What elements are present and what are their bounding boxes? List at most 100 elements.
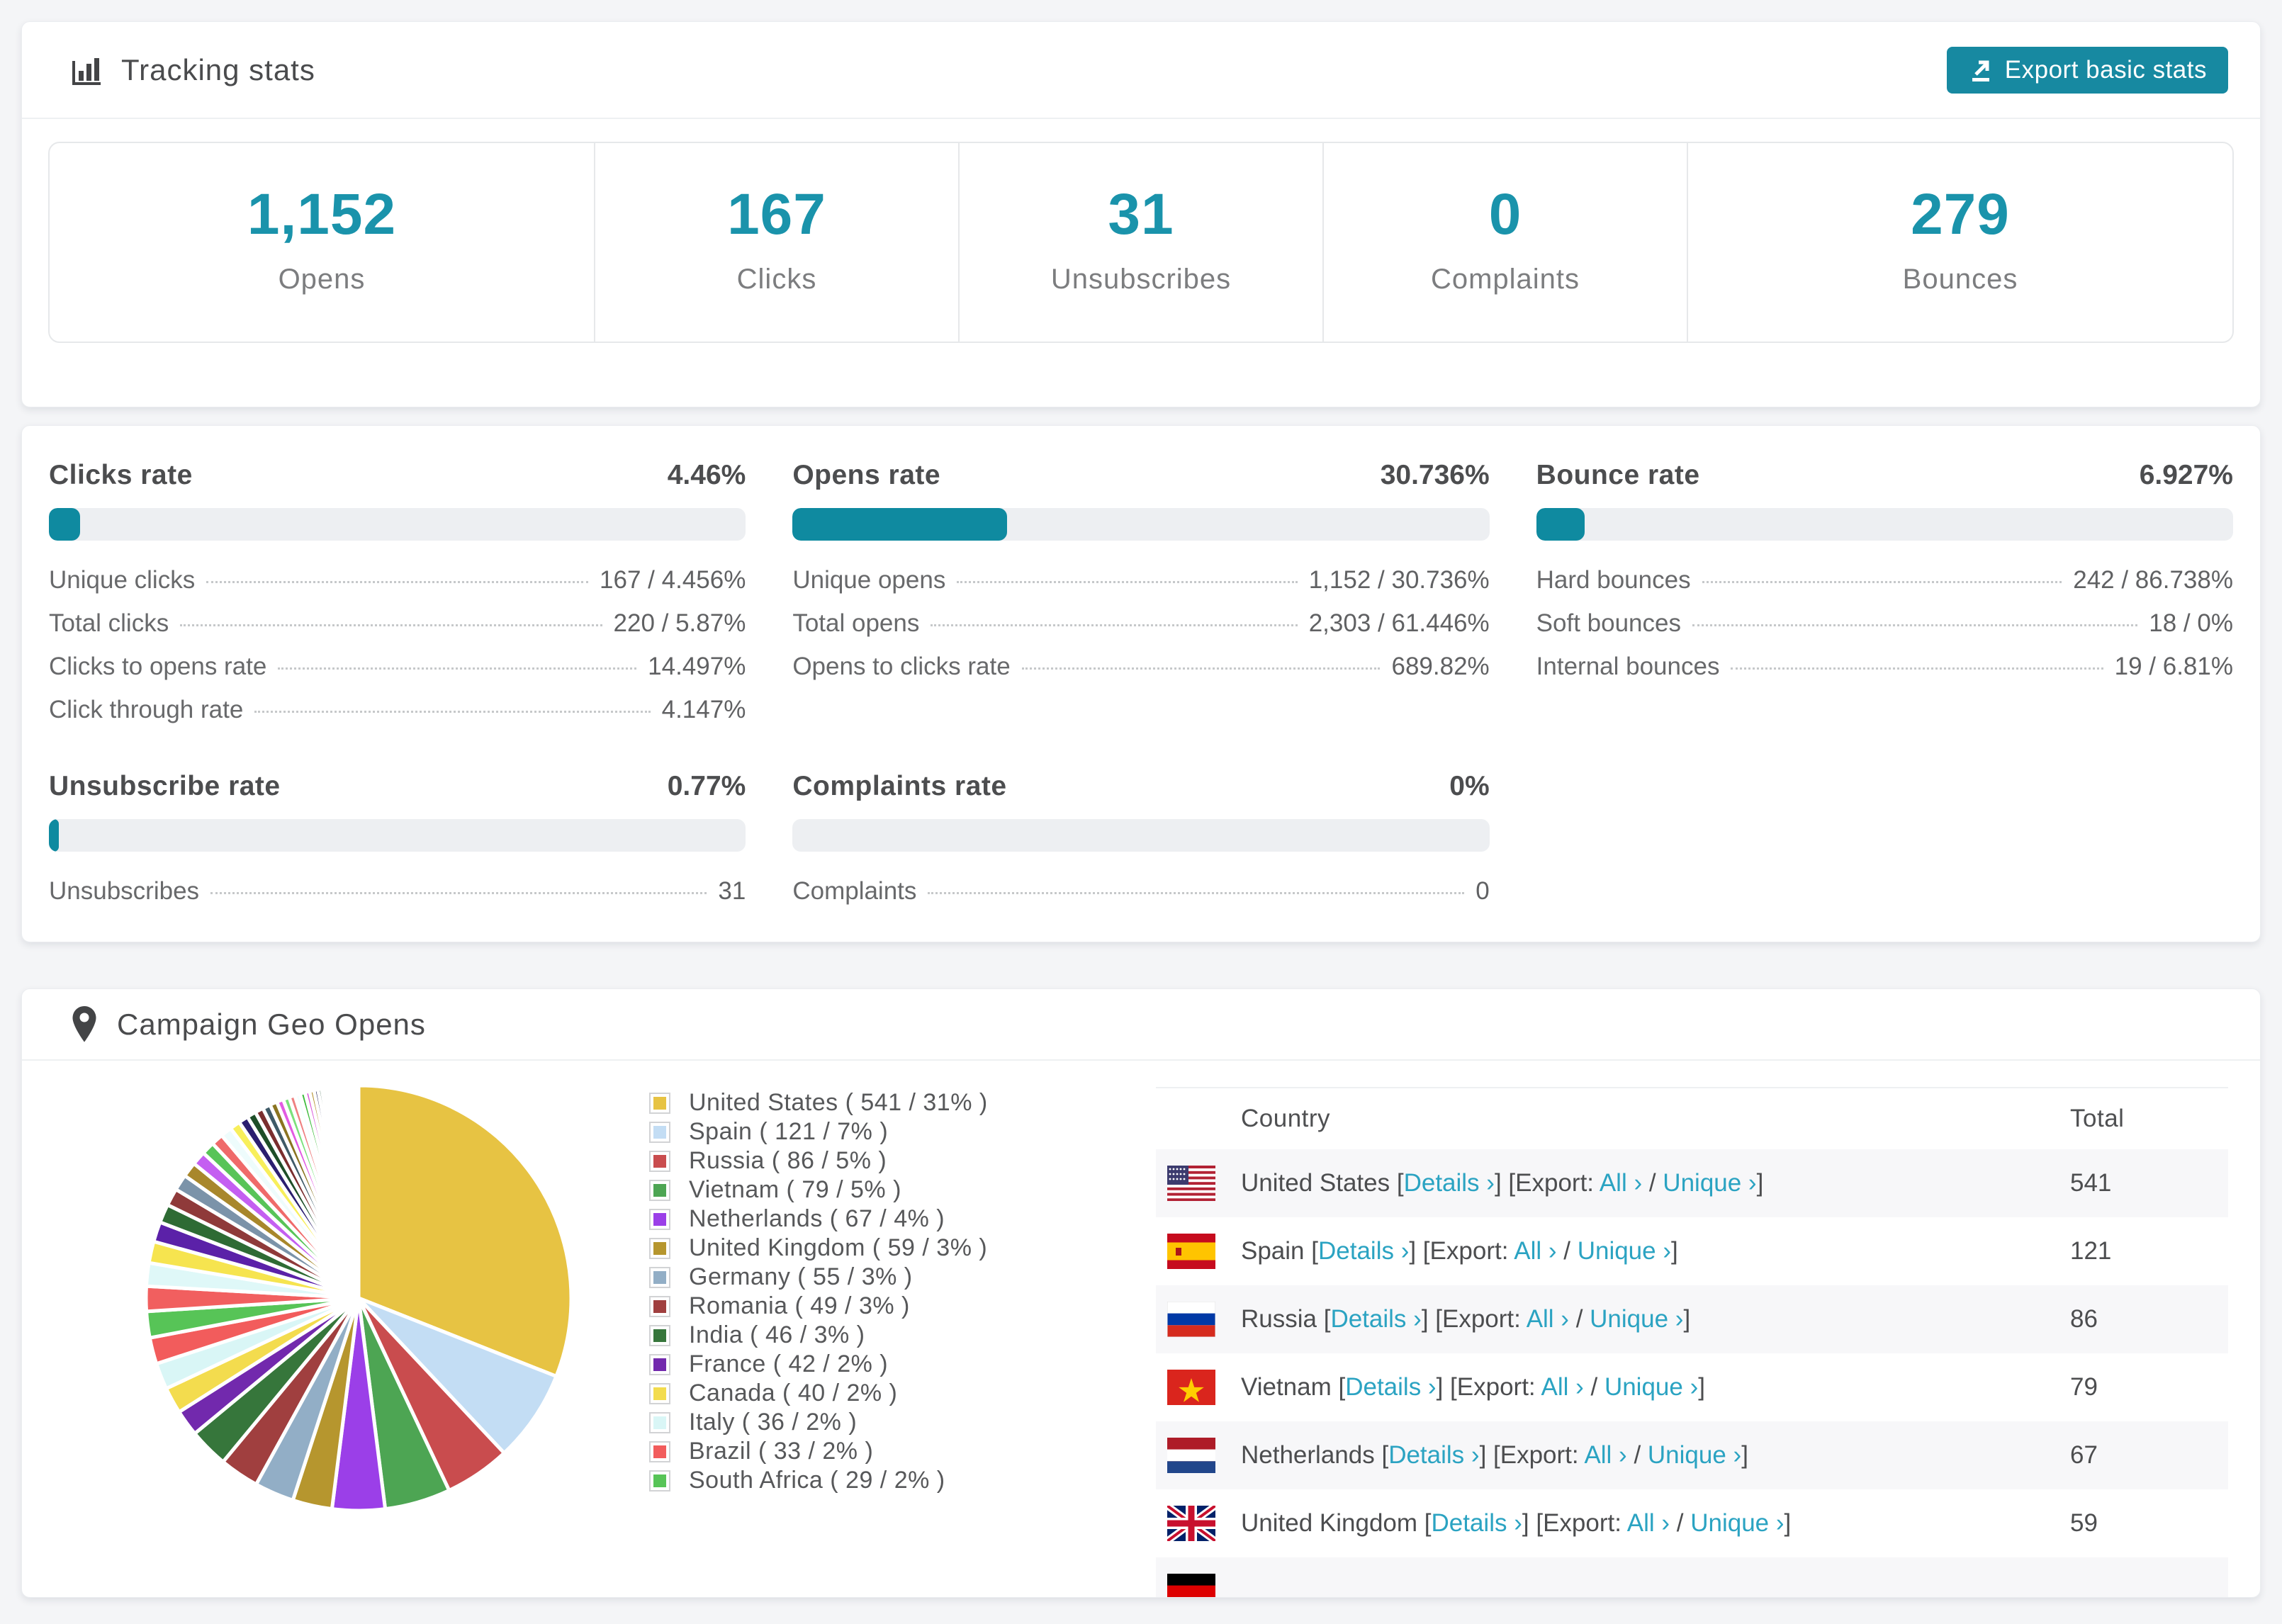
country-cell: Russia [Details ›] [Export: All › / Uniq…: [1241, 1305, 1691, 1333]
rate-detail-row: Unique opens 1,152 / 30.736%: [792, 566, 1490, 594]
map-pin-icon: [70, 1005, 99, 1044]
stat-cell-unsubscribes: 31 Unsubscribes: [960, 143, 1324, 342]
legend-label: Italy ( 36 / 2% ): [689, 1409, 858, 1436]
total-cell: 86: [2070, 1305, 2098, 1333]
legend-item: Canada ( 40 / 2% ): [649, 1379, 988, 1408]
opens-rate-progress-bar: [792, 508, 1490, 541]
country-cell: Spain [Details ›] [Export: All › / Uniqu…: [1241, 1237, 1678, 1265]
rate-detail-row: Complaints 0: [792, 877, 1490, 905]
page-title: Tracking stats: [121, 52, 315, 86]
rate-detail-row: Opens to clicks rate 689.82%: [792, 653, 1490, 680]
geo-table-header: Country Total: [1156, 1088, 2228, 1149]
bar-chart-icon: [70, 54, 103, 86]
legend-swatch: [649, 1150, 670, 1172]
country-flag-es: [1167, 1234, 1215, 1269]
legend-item: France ( 42 / 2% ): [649, 1350, 988, 1379]
geo-title: Campaign Geo Opens: [117, 1007, 426, 1041]
country-flag-ru: [1167, 1302, 1215, 1337]
legend-swatch: [649, 1121, 670, 1143]
rate-title: Bounce rate: [1536, 460, 1700, 490]
legend-label: Brazil ( 33 / 2% ): [689, 1438, 874, 1465]
total-cell: 79: [2070, 1373, 2098, 1401]
clicks-rate-block: Clicks rate 4.46% Unique clicks 167 / 4.456…: [49, 460, 746, 724]
legend-swatch: [649, 1382, 670, 1404]
summary-stats: 1,152 Opens 167 Clicks 31 Unsubscribes 0 Compla…: [48, 142, 2234, 343]
dashboard-page: Tracking stats Export basic stats 1,152 O…: [0, 0, 2282, 1624]
rate-detail-row: Total opens 2,303 / 61.446%: [792, 609, 1490, 637]
legend-label: Germany ( 55 / 3% ): [689, 1263, 913, 1290]
legend-item: Romania ( 49 / 3% ): [649, 1292, 988, 1321]
country-flag-de: [1167, 1574, 1215, 1597]
legend-item: Germany ( 55 / 3% ): [649, 1263, 988, 1292]
table-row-spain: Spain [Details ›] [Export: All › / Uniqu…: [1156, 1217, 2228, 1285]
details-link[interactable]: Details ›: [1345, 1373, 1436, 1401]
export-unique-link[interactable]: Unique ›: [1578, 1237, 1671, 1265]
bounce-rate-progress-bar: [1536, 508, 2233, 541]
export-basic-stats-button[interactable]: Export basic stats: [1946, 46, 2228, 94]
legend-item: Netherlands ( 67 / 4% ): [649, 1205, 988, 1234]
stat-value: 31: [1108, 182, 1174, 247]
stat-label: Clicks: [736, 264, 817, 295]
rate-value: 6.927%: [2139, 460, 2233, 490]
export-unique-link[interactable]: Unique ›: [1690, 1509, 1784, 1537]
legend-swatch: [649, 1295, 670, 1317]
table-row-vietnam: Vietnam [Details ›] [Export: All › / Uni…: [1156, 1353, 2228, 1421]
legend-label: Canada ( 40 / 2% ): [689, 1380, 898, 1406]
legend-label: Netherlands ( 67 / 4% ): [689, 1205, 945, 1232]
table-row-netherlands: Netherlands [Details ›] [Export: All › /…: [1156, 1421, 2228, 1489]
export-unique-link[interactable]: Unique ›: [1648, 1441, 1741, 1469]
details-link[interactable]: Details ›: [1432, 1509, 1522, 1537]
rate-detail-row: Click through rate 4.147%: [49, 696, 746, 723]
stat-label: Opens: [278, 264, 366, 295]
export-all-link[interactable]: All ›: [1627, 1509, 1670, 1537]
legend-label: United Kingdom ( 59 / 3% ): [689, 1234, 988, 1261]
details-link[interactable]: Details ›: [1330, 1305, 1421, 1333]
rate-title: Clicks rate: [49, 460, 193, 490]
legend-label: India ( 46 / 3% ): [689, 1321, 865, 1348]
export-all-link[interactable]: All ›: [1527, 1305, 1569, 1333]
legend-label: France ( 42 / 2% ): [689, 1350, 889, 1377]
column-header-country: Country: [1241, 1105, 1331, 1132]
legend-item: Spain ( 121 / 7% ): [649, 1117, 988, 1146]
details-link[interactable]: Details ›: [1318, 1237, 1409, 1265]
export-all-link[interactable]: All ›: [1600, 1169, 1642, 1197]
details-link[interactable]: Details ›: [1388, 1441, 1479, 1469]
stat-label: Unsubscribes: [1050, 264, 1232, 295]
legend-swatch: [649, 1353, 670, 1375]
clicks-rate-progress-bar: [49, 508, 746, 541]
unsubscribe-rate-progress-bar: [49, 819, 746, 852]
rate-detail-row: Total clicks 220 / 5.87%: [49, 609, 746, 637]
country-name: Vietnam: [1241, 1373, 1332, 1401]
country-cell: United States [Details ›] [Export: All ›…: [1241, 1169, 1764, 1197]
country-cell: Vietnam [Details ›] [Export: All › / Uni…: [1241, 1373, 1705, 1401]
table-row: [1156, 1557, 2228, 1597]
export-all-link[interactable]: All ›: [1584, 1441, 1626, 1469]
complaints-rate-progress-bar: [792, 819, 1490, 852]
stat-label: Complaints: [1430, 264, 1580, 295]
export-unique-link[interactable]: Unique ›: [1590, 1305, 1683, 1333]
rate-value: 0%: [1449, 771, 1490, 801]
export-all-link[interactable]: All ›: [1541, 1373, 1583, 1401]
country-name: United States: [1241, 1169, 1390, 1197]
legend-item: South Africa ( 29 / 2% ): [649, 1466, 988, 1495]
legend-swatch: [649, 1179, 670, 1201]
country-name: Spain: [1241, 1237, 1305, 1265]
legend-swatch: [649, 1092, 670, 1114]
details-link[interactable]: Details ›: [1404, 1169, 1495, 1197]
legend-swatch: [649, 1266, 670, 1288]
stat-value: 0: [1488, 182, 1522, 247]
export-icon: [1968, 57, 1994, 83]
export-all-link[interactable]: All ›: [1514, 1237, 1556, 1265]
export-unique-link[interactable]: Unique ›: [1604, 1373, 1698, 1401]
legend-item: United Kingdom ( 59 / 3% ): [649, 1234, 988, 1263]
legend-label: Romania ( 49 / 3% ): [689, 1292, 910, 1319]
legend-label: United States ( 541 / 31% ): [689, 1089, 988, 1116]
legend-item: Vietnam ( 79 / 5% ): [649, 1175, 988, 1205]
stat-cell-opens: 1,152 Opens: [50, 143, 595, 342]
pie-legend: United States ( 541 / 31% ) Spain ( 121 /…: [649, 1088, 988, 1495]
export-prefix: Export:: [1543, 1509, 1621, 1537]
stat-value: 1,152: [247, 182, 397, 247]
pie-slice: [356, 1083, 361, 1299]
export-unique-link[interactable]: Unique ›: [1663, 1169, 1756, 1197]
legend-swatch: [649, 1208, 670, 1230]
